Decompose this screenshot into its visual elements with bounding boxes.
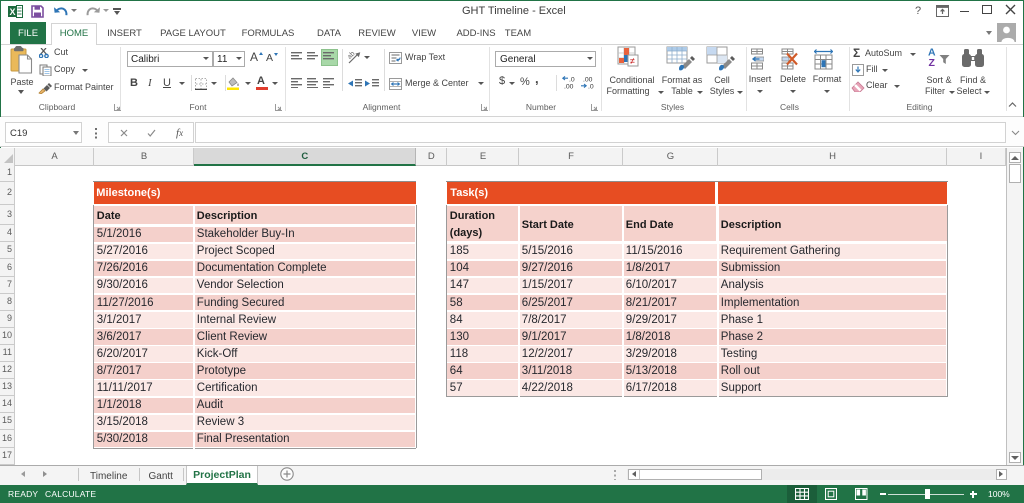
svg-text:≠: ≠ xyxy=(630,56,635,66)
svg-text:ab: ab xyxy=(348,51,357,61)
svg-text:.0: .0 xyxy=(569,77,575,84)
svg-text:.00: .00 xyxy=(564,84,574,90)
svg-text:.0: .0 xyxy=(588,84,594,90)
svg-text:X: X xyxy=(9,7,15,17)
svg-text:Z: Z xyxy=(929,57,936,68)
svg-text:.00: .00 xyxy=(583,77,593,84)
